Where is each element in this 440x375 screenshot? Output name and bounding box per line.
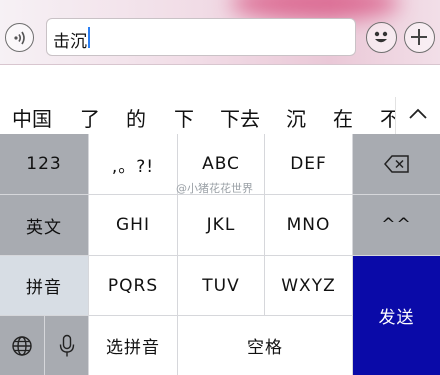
smiley-face-icon: [374, 31, 388, 43]
send-button[interactable]: 发送: [353, 256, 440, 375]
key-pinyin[interactable]: 拼音: [0, 256, 88, 315]
voice-button[interactable]: [5, 23, 34, 52]
key-emoticon[interactable]: ^^: [353, 195, 440, 255]
key-ghi[interactable]: GHI: [89, 195, 177, 255]
key-label: PQRS: [107, 275, 159, 296]
voice-wave-icon: [13, 31, 25, 44]
globe-icon: [12, 335, 32, 356]
key-label: TUV: [202, 275, 240, 296]
backspace-icon: [383, 155, 409, 173]
key-label: 发送: [378, 308, 415, 328]
candidate-item[interactable]: 下去: [220, 103, 260, 132]
keyboard: 123 ,。?! ABC DEF 英文 GHI JKL MNO ^^ 拼音 PQ…: [0, 134, 440, 375]
candidate-item[interactable]: 了: [80, 103, 100, 132]
key-english[interactable]: 英文: [0, 195, 88, 255]
key-jkl[interactable]: JKL: [178, 195, 264, 255]
globe-key[interactable]: [0, 316, 44, 375]
key-def[interactable]: DEF: [265, 134, 352, 194]
key-label: ,。?!: [111, 156, 155, 177]
key-mno[interactable]: MNO: [265, 195, 352, 255]
delete-key[interactable]: [353, 134, 440, 194]
emoji-button[interactable]: [366, 22, 397, 53]
input-toolbar: 击沉: [0, 0, 440, 65]
watermark: @小猪花花世界: [176, 182, 253, 195]
key-label: 拼音: [26, 278, 62, 298]
key-label: 空格: [247, 338, 283, 358]
key-label: WXYZ: [281, 275, 336, 296]
key-punctuation[interactable]: ,。?!: [89, 134, 177, 194]
candidate-item[interactable]: 下: [174, 103, 194, 132]
key-label: GHI: [116, 215, 150, 235]
key-label: ^^: [381, 215, 412, 235]
voice-input-key[interactable]: [45, 316, 88, 375]
key-label: 选拼音: [106, 338, 160, 358]
candidate-item[interactable]: 的: [126, 103, 146, 132]
key-wxyz[interactable]: WXYZ: [265, 256, 352, 315]
key-label: MNO: [286, 215, 331, 235]
plus-icon: [411, 29, 427, 45]
key-tuv[interactable]: TUV: [178, 256, 264, 315]
space-key[interactable]: 空格: [178, 316, 352, 375]
microphone-icon: [59, 334, 74, 356]
background-decoration: [230, 0, 400, 20]
select-pinyin-key[interactable]: 选拼音: [89, 316, 177, 375]
key-label: 123: [26, 154, 62, 174]
message-input[interactable]: 击沉: [46, 18, 356, 56]
key-123[interactable]: 123: [0, 134, 88, 194]
candidate-bar: 中国 了 的 下 下去 沉 在 不: [0, 97, 440, 134]
key-label: DEF: [290, 154, 327, 174]
message-input-text: 击沉: [53, 32, 87, 52]
candidate-item[interactable]: 在: [333, 103, 353, 132]
candidate-item[interactable]: 沉: [286, 103, 306, 132]
candidate-item[interactable]: 中国: [12, 103, 52, 132]
text-cursor: [88, 27, 90, 48]
expand-candidates-button[interactable]: [395, 97, 440, 134]
key-label: JKL: [206, 215, 236, 235]
chevron-up-icon: [409, 108, 427, 119]
key-label: ABC: [202, 154, 240, 174]
key-label: 英文: [26, 217, 62, 238]
more-button[interactable]: [404, 22, 435, 53]
key-pqrs[interactable]: PQRS: [89, 256, 177, 315]
